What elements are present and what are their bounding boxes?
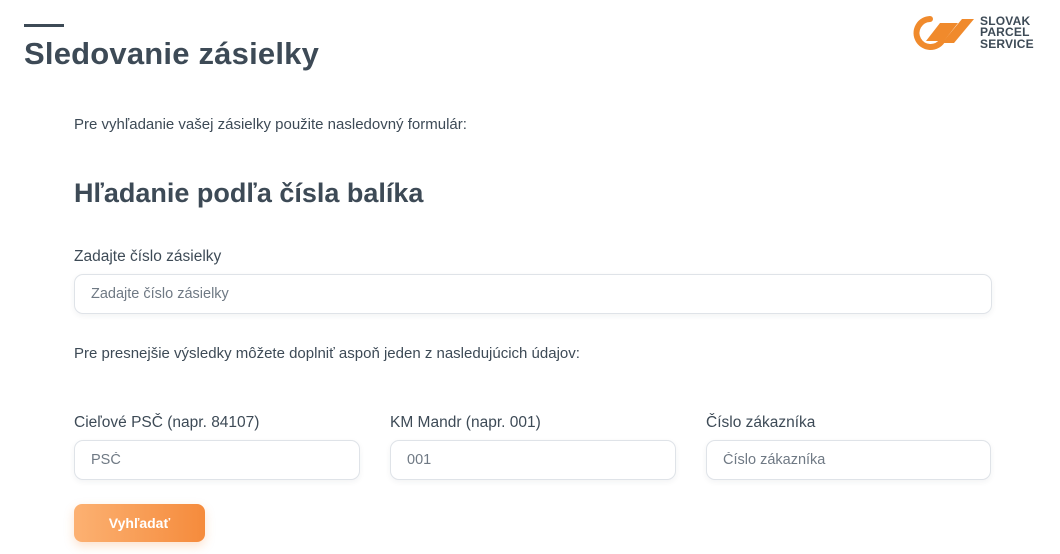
parcel-number-label: Zadajte číslo zásielky xyxy=(74,248,222,265)
postal-code-label: Cieľové PSČ (napr. 84107) xyxy=(74,414,260,431)
sps-logo[interactable]: SLOVAK PARCEL SERVICE xyxy=(912,13,1034,53)
page-title: Sledovanie zásielky xyxy=(24,36,320,71)
km-mandr-input[interactable] xyxy=(390,440,676,480)
sps-logo-text: SLOVAK PARCEL SERVICE xyxy=(980,15,1034,51)
customer-number-input[interactable] xyxy=(706,440,991,480)
customer-number-label: Číslo zákazníka xyxy=(706,414,816,431)
title-accent-rule xyxy=(24,24,64,27)
intro-text: Pre vyhľadanie vašej zásielky použite na… xyxy=(74,116,467,133)
postal-code-input[interactable] xyxy=(74,440,360,480)
sps-logo-icon xyxy=(913,16,974,50)
section-title: Hľadanie podľa čísla balíka xyxy=(74,178,424,208)
km-mandr-label: KM Mandr (napr. 001) xyxy=(390,414,541,431)
logo-line: SERVICE xyxy=(980,36,1034,51)
search-button[interactable]: Vyhľadať xyxy=(74,504,205,542)
parcel-number-input[interactable] xyxy=(74,274,992,314)
additional-info-hint: Pre presnejšie výsledky môžete doplniť a… xyxy=(74,345,580,362)
